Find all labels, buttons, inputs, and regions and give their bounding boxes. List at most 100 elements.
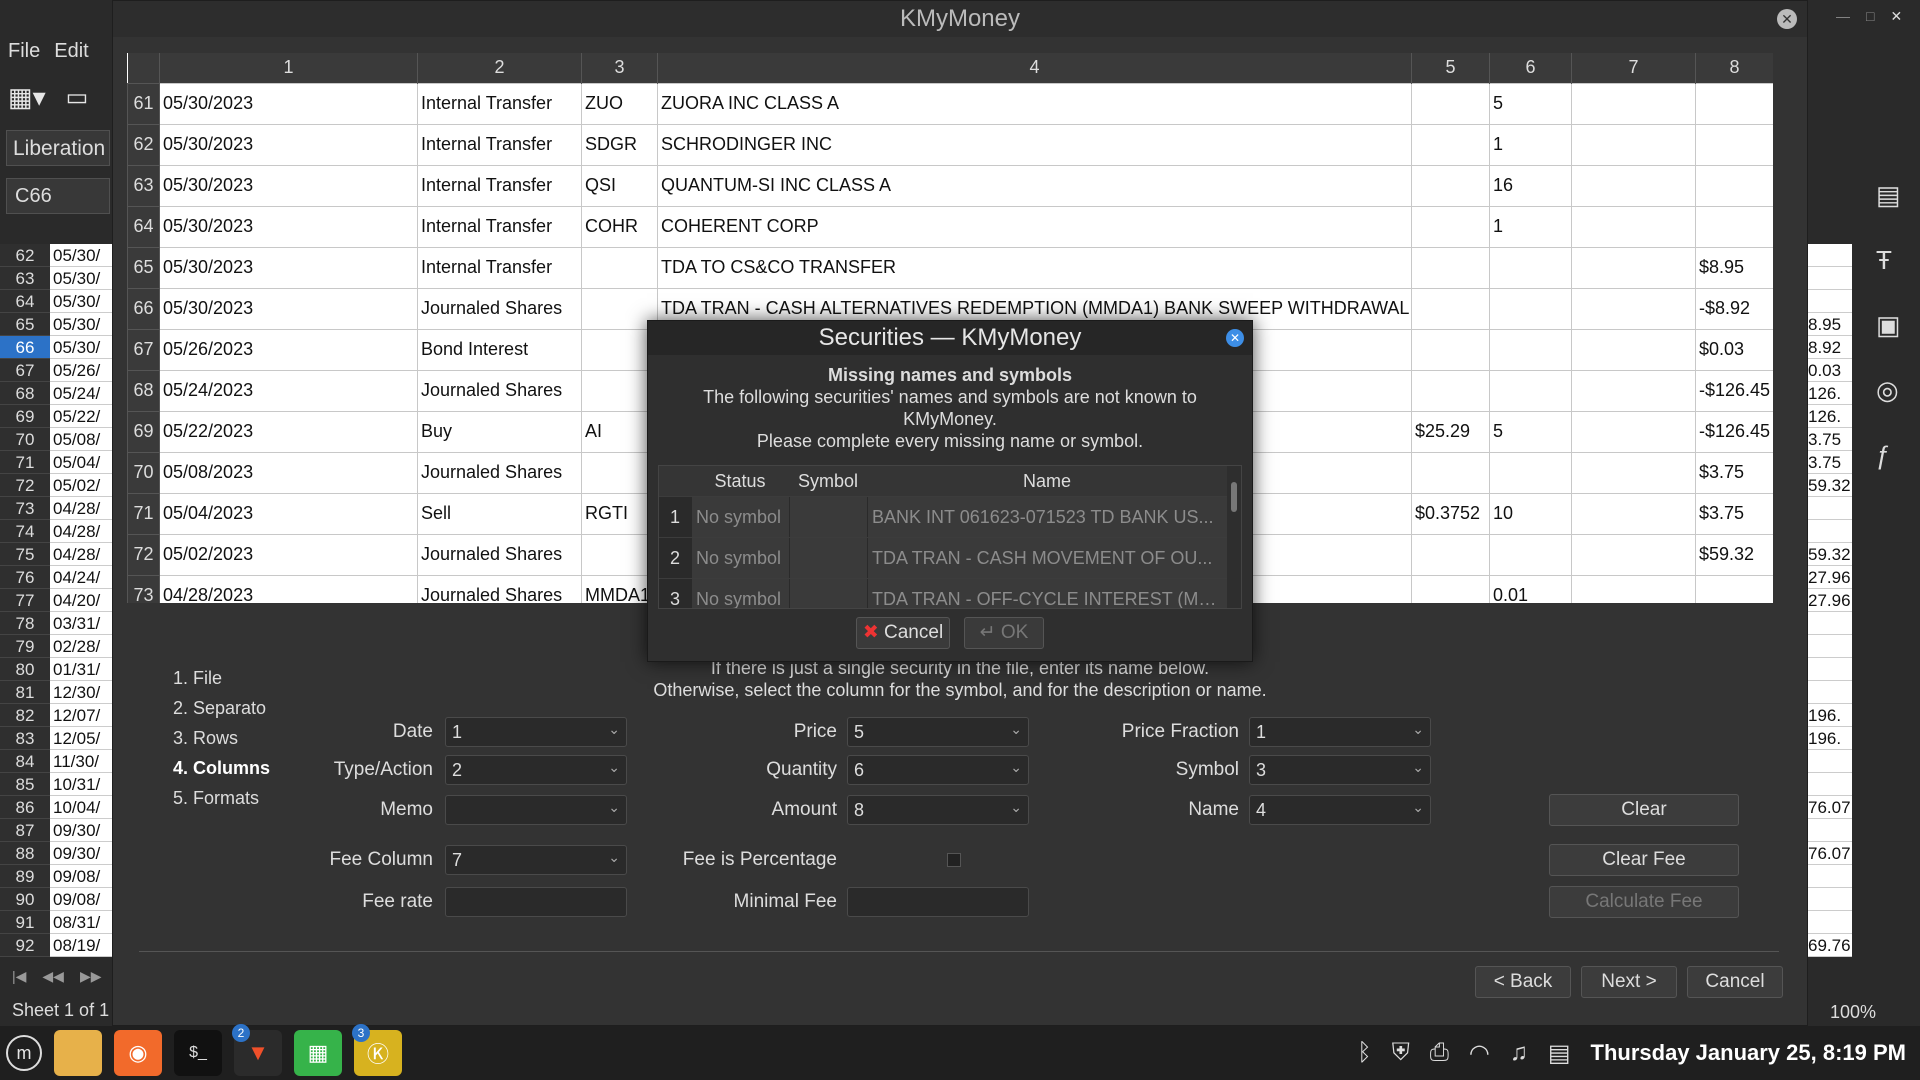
symbol-combo[interactable]: 3 ⌄	[1249, 755, 1431, 785]
cell[interactable]: 12/05/	[50, 727, 112, 750]
cell[interactable]	[1808, 888, 1852, 911]
status-cell[interactable]: No symbol	[691, 538, 789, 578]
terminal-icon[interactable]: $_	[174, 1030, 222, 1076]
cell[interactable]	[1808, 497, 1852, 520]
dialog-cancel-button[interactable]: ✖ Cancel	[856, 617, 950, 649]
clear-button[interactable]: Clear	[1549, 794, 1739, 826]
symbol-cell[interactable]	[789, 579, 867, 608]
cell[interactable]: 27.96	[1808, 566, 1852, 589]
cancel-button[interactable]: Cancel	[1687, 966, 1783, 998]
zoom-level[interactable]: 100%	[1830, 1002, 1876, 1023]
cell[interactable]: 05/04/	[50, 451, 112, 474]
cell[interactable]	[1808, 911, 1852, 934]
fee-percentage-checkbox[interactable]	[947, 853, 961, 867]
cell[interactable]	[1808, 865, 1852, 888]
properties-icon[interactable]: ▤	[1876, 180, 1901, 211]
cell[interactable]: 59.32	[1808, 543, 1852, 566]
cell[interactable]: 59.32	[1808, 474, 1852, 497]
cell[interactable]	[1808, 290, 1852, 313]
name-box[interactable]: C66	[6, 178, 110, 214]
cell[interactable]: 05/30/	[50, 336, 112, 359]
row-number[interactable]: 89	[0, 865, 50, 888]
cell[interactable]: 8.92	[1808, 336, 1852, 359]
cell[interactable]: 02/28/	[50, 635, 112, 658]
cell[interactable]: 04/28/	[50, 497, 112, 520]
row-number[interactable]: 81	[0, 681, 50, 704]
function-icon[interactable]: ƒ	[1876, 440, 1901, 471]
row-number[interactable]: 76	[0, 566, 50, 589]
cell[interactable]: 05/30/	[50, 290, 112, 313]
cell[interactable]: 04/24/	[50, 566, 112, 589]
row-number[interactable]: 73	[0, 497, 50, 520]
column-header[interactable]: 1	[159, 53, 418, 83]
bluetooth-icon[interactable]: ᛒ	[1357, 1039, 1371, 1067]
table-row[interactable]: 2 No symbol TDA TRAN - CASH MOVEMENT OF OU…	[659, 537, 1241, 578]
row-number[interactable]: 66	[0, 336, 50, 359]
cell[interactable]: 05/02/	[50, 474, 112, 497]
fee-column-combo[interactable]: 7 ⌄	[445, 845, 627, 875]
cell[interactable]: 10/31/	[50, 773, 112, 796]
header-name[interactable]: Name	[867, 466, 1227, 496]
column-header[interactable]: 4	[657, 53, 1412, 83]
column-header[interactable]: 5	[1411, 53, 1490, 83]
column-header[interactable]: 7	[1571, 53, 1696, 83]
row-number[interactable]: 65	[0, 313, 50, 336]
column-header[interactable]: 2	[417, 53, 582, 83]
cell[interactable]	[1808, 658, 1852, 681]
status-cell[interactable]: No symbol	[691, 497, 789, 537]
symbol-cell[interactable]	[789, 497, 867, 537]
cell[interactable]: 27.96	[1808, 589, 1852, 612]
date-combo[interactable]: 1 ⌄	[445, 717, 627, 747]
cell[interactable]: 69.76	[1808, 934, 1852, 957]
kmymoney-app-icon[interactable]: 3 Ⓚ	[352, 1024, 402, 1076]
row-number[interactable]: 85	[0, 773, 50, 796]
row-number[interactable]: 88	[0, 842, 50, 865]
cell[interactable]: 05/22/	[50, 405, 112, 428]
maximize-icon[interactable]: □	[1866, 8, 1874, 25]
menu-edit[interactable]: Edit	[54, 40, 88, 68]
cell[interactable]: 05/30/	[50, 267, 112, 290]
row-number[interactable]: 82	[0, 704, 50, 727]
column-header[interactable]: 8	[1695, 53, 1773, 83]
mint-menu-icon[interactable]: m	[6, 1035, 42, 1071]
cell[interactable]: 05/08/	[50, 428, 112, 451]
row-number[interactable]: 68	[0, 382, 50, 405]
row-number[interactable]: 79	[0, 635, 50, 658]
fee-rate-input[interactable]	[445, 887, 627, 917]
calc-app-icon[interactable]: ▦	[294, 1030, 342, 1076]
cell[interactable]: 01/31/	[50, 658, 112, 681]
cell[interactable]	[1808, 773, 1852, 796]
clock[interactable]: Thursday January 25, 8:19 PM	[1591, 1040, 1906, 1066]
prev-sheet-icon[interactable]: ◀◀	[42, 968, 64, 985]
cell[interactable]	[1808, 244, 1852, 267]
brave-icon[interactable]: 2 ▼	[232, 1024, 282, 1076]
close-icon[interactable]: ✕	[1890, 8, 1902, 25]
minimize-icon[interactable]: —	[1836, 8, 1850, 25]
cell[interactable]: 04/20/	[50, 589, 112, 612]
row-number[interactable]: 84	[0, 750, 50, 773]
row-number[interactable]: 91	[0, 911, 50, 934]
cell[interactable]: 8.95	[1808, 313, 1852, 336]
cell[interactable]: 126.	[1808, 405, 1852, 428]
cell[interactable]: 08/31/	[50, 911, 112, 934]
cell[interactable]: 11/30/	[50, 750, 112, 773]
cell[interactable]: 05/26/	[50, 359, 112, 382]
quantity-combo[interactable]: 6 ⌄	[847, 755, 1029, 785]
row-number[interactable]: 92	[0, 934, 50, 957]
scrollbar-thumb[interactable]	[1231, 482, 1237, 512]
menu-file[interactable]: File	[8, 40, 40, 68]
dialog-ok-button[interactable]: ↵ OK	[964, 617, 1044, 649]
cell[interactable]: 04/28/	[50, 543, 112, 566]
cell[interactable]: 196.	[1808, 704, 1852, 727]
cell[interactable]: 3.75	[1808, 451, 1852, 474]
row-number[interactable]: 80	[0, 658, 50, 681]
row-number[interactable]: 74	[0, 520, 50, 543]
row-number[interactable]: 71	[0, 451, 50, 474]
cell[interactable]: 76.07	[1808, 796, 1852, 819]
cell[interactable]: 05/30/	[50, 313, 112, 336]
name-cell[interactable]: TDA TRAN - CASH MOVEMENT OF OU...	[867, 538, 1227, 578]
cell[interactable]: 09/08/	[50, 888, 112, 911]
navigator-icon[interactable]: ◎	[1876, 375, 1901, 406]
cell[interactable]: 09/30/	[50, 819, 112, 842]
cell[interactable]: 03/31/	[50, 612, 112, 635]
